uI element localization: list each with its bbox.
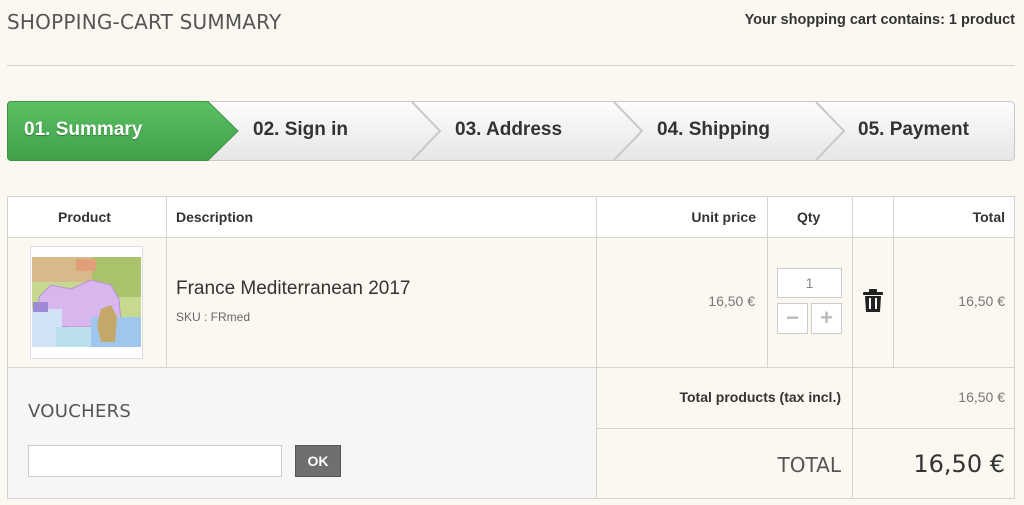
voucher-ok-button[interactable]: OK (295, 445, 341, 477)
row-total: 16,50 € (958, 293, 1005, 309)
page-header: SHOPPING-CART SUMMARY Your shopping cart… (0, 0, 1024, 66)
totals-panel (597, 368, 1014, 498)
row-divider (596, 428, 1014, 429)
minus-icon: − (786, 305, 799, 330)
row-divider (8, 237, 1014, 238)
product-name[interactable]: France Mediterranean 2017 (176, 278, 410, 300)
grand-total-value: 16,50 € (913, 450, 1005, 478)
product-thumbnail[interactable] (30, 246, 143, 359)
cart-count-text: Your shopping cart contains: 1 product (744, 12, 1015, 28)
voucher-code-input[interactable] (28, 445, 282, 477)
trash-icon[interactable] (862, 289, 884, 313)
header-divider (7, 65, 1015, 66)
column-divider (893, 197, 894, 367)
product-sku: SKU : FRmed (176, 310, 251, 324)
chart-map-image (31, 247, 142, 358)
quantity-increase-button[interactable]: + (811, 303, 842, 334)
quantity-decrease-button[interactable]: − (777, 303, 808, 334)
header-total: Total (972, 209, 1005, 225)
column-divider (166, 197, 167, 367)
header-description: Description (176, 209, 254, 225)
step-summary[interactable]: 01. Summary (24, 119, 142, 141)
column-divider (596, 197, 597, 498)
step-sign-in[interactable]: 02. Sign in (253, 119, 348, 141)
total-products-label: Total products (tax incl.) (679, 389, 841, 405)
column-divider (767, 197, 768, 367)
header-qty: Qty (797, 209, 821, 225)
checkout-steps: 01. Summary 02. Sign in 03. Address 04. … (7, 101, 1015, 161)
column-divider (852, 197, 853, 498)
header-unit-price: Unit price (691, 209, 756, 225)
step-shipping[interactable]: 04. Shipping (657, 119, 770, 141)
row-divider (8, 367, 1014, 368)
step-payment[interactable]: 05. Payment (858, 119, 969, 141)
unit-price: 16,50 € (708, 293, 755, 309)
grand-total-label: TOTAL (777, 453, 841, 477)
cart-table: Product Description Unit price Qty Total… (7, 196, 1015, 499)
quantity-input[interactable] (777, 268, 842, 298)
header-product: Product (58, 209, 111, 225)
page-title: SHOPPING-CART SUMMARY (7, 10, 282, 34)
vouchers-title: VOUCHERS (28, 401, 132, 422)
vouchers-panel (8, 368, 596, 498)
total-products-value: 16,50 € (958, 389, 1005, 405)
step-address[interactable]: 03. Address (455, 119, 562, 141)
plus-icon: + (820, 305, 833, 330)
